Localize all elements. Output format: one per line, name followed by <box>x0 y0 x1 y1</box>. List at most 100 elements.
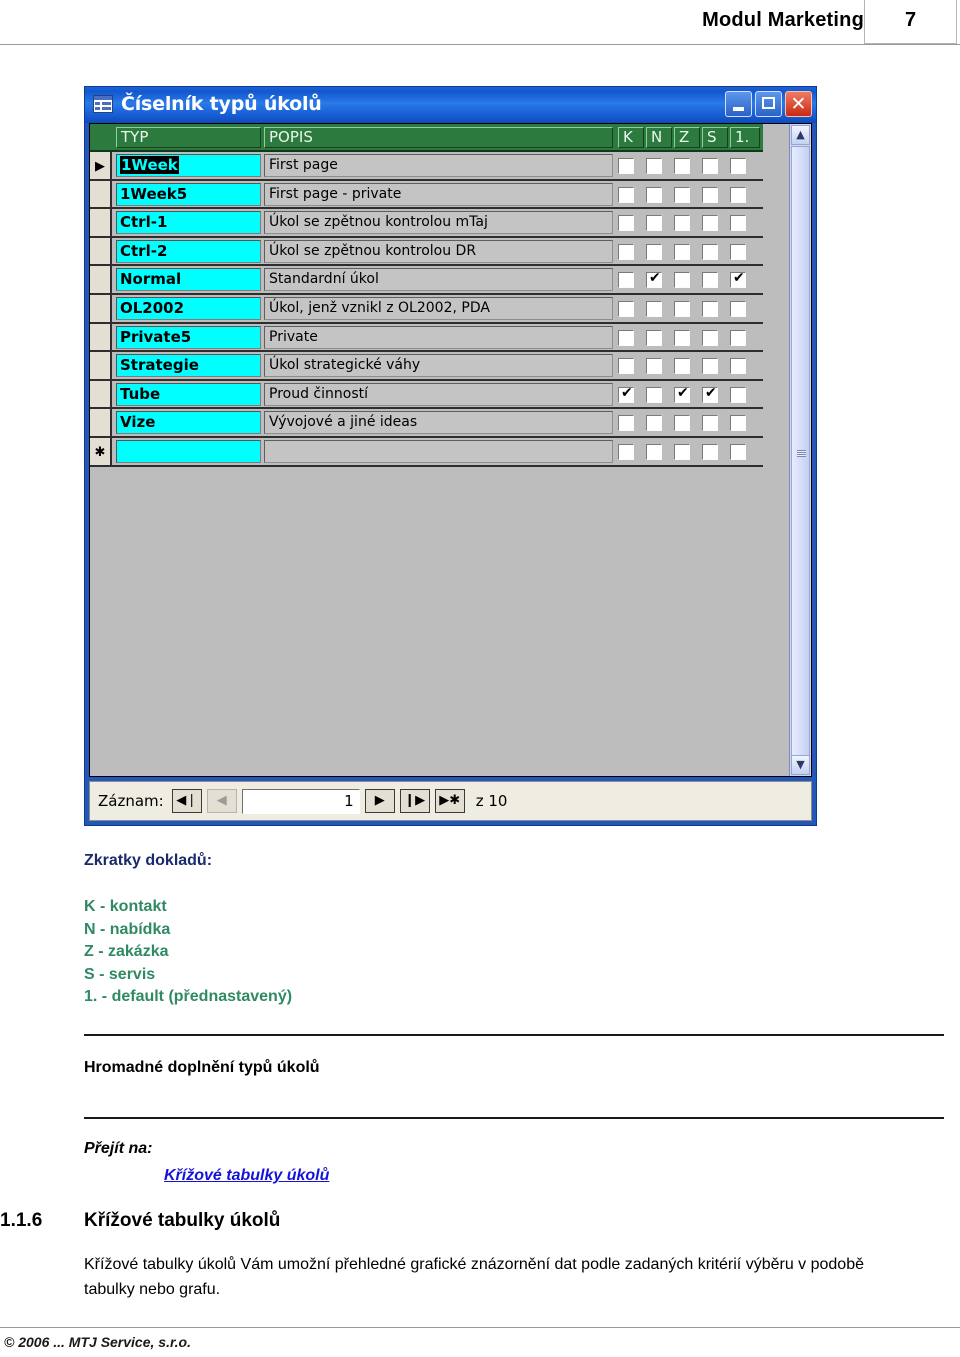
checkbox-s[interactable] <box>702 415 718 432</box>
checkbox-z[interactable] <box>674 300 690 317</box>
checkbox-s[interactable] <box>702 358 718 375</box>
table-row[interactable]: Strategie Úkol strategické váhy <box>90 352 763 381</box>
column-header-k[interactable]: K <box>618 127 644 148</box>
checkbox-k[interactable]: ✔ <box>618 385 634 403</box>
last-record-button[interactable]: ❙▶ <box>399 789 430 813</box>
first-record-button[interactable]: ◀❘ <box>171 789 202 813</box>
row-selector[interactable] <box>90 266 112 293</box>
table-row[interactable]: Tube Proud činností ✔ ✔ ✔ <box>90 380 763 410</box>
cell-popis[interactable]: Úkol strategické váhy <box>264 354 613 378</box>
cell-popis[interactable]: First page <box>264 154 613 177</box>
checkbox-n[interactable] <box>646 443 662 460</box>
table-row[interactable]: OL2002 Úkol, jenž vznikl z OL2002, PDA <box>90 294 763 324</box>
cell-typ[interactable]: Vize <box>116 411 261 435</box>
row-selector[interactable] <box>90 380 112 408</box>
checkbox-k[interactable] <box>618 443 634 460</box>
checkbox-n[interactable] <box>646 415 662 432</box>
cell-popis[interactable]: Úkol, jenž vznikl z OL2002, PDA <box>264 296 613 320</box>
checkbox-one[interactable] <box>730 443 746 460</box>
checkbox-s[interactable] <box>702 215 718 232</box>
checkbox-n[interactable] <box>646 215 662 232</box>
cell-popis[interactable]: Úkol se zpětnou kontrolou DR <box>264 239 613 263</box>
cell-popis[interactable]: Úkol se zpětnou kontrolou mTaj <box>264 211 613 235</box>
checkbox-k[interactable] <box>618 243 634 260</box>
checkbox-n[interactable] <box>646 186 662 203</box>
checkbox-z[interactable] <box>674 443 690 460</box>
checkbox-s[interactable] <box>702 186 718 203</box>
row-selector[interactable] <box>90 237 112 265</box>
checkbox-z[interactable] <box>674 272 690 289</box>
checkbox-z[interactable] <box>674 215 690 232</box>
row-selector[interactable]: ✱ <box>90 437 112 465</box>
checkbox-n[interactable]: ✔ <box>646 270 662 289</box>
checkbox-z[interactable] <box>674 158 690 174</box>
cell-typ[interactable]: Normal <box>116 268 261 292</box>
row-selector[interactable] <box>90 352 112 379</box>
checkbox-s[interactable] <box>702 329 718 346</box>
checkbox-z[interactable] <box>674 415 690 432</box>
cell-popis[interactable] <box>264 439 613 463</box>
checkbox-k[interactable] <box>618 358 634 375</box>
checkbox-one[interactable] <box>730 158 746 174</box>
minimize-button[interactable] <box>725 91 752 117</box>
checkbox-k[interactable] <box>618 329 634 346</box>
cell-typ[interactable]: 1Week <box>116 154 261 177</box>
cell-typ[interactable]: Ctrl-2 <box>116 239 261 263</box>
checkbox-k[interactable] <box>618 158 634 174</box>
table-row[interactable]: ✱ <box>90 437 763 467</box>
table-row[interactable]: Ctrl-2 Úkol se zpětnou kontrolou DR <box>90 237 763 267</box>
checkbox-k[interactable] <box>618 215 634 232</box>
column-header-s[interactable]: S <box>702 127 728 148</box>
cell-popis[interactable]: First page - private <box>264 182 613 206</box>
checkbox-k[interactable] <box>618 272 634 289</box>
scroll-down-button[interactable]: ▼ <box>791 755 810 775</box>
cell-typ[interactable]: OL2002 <box>116 296 261 320</box>
cell-popis[interactable]: Standardní úkol <box>264 268 613 292</box>
record-number-input[interactable]: 1 <box>241 788 360 814</box>
cell-popis[interactable]: Private <box>264 325 613 349</box>
checkbox-z[interactable]: ✔ <box>674 385 690 403</box>
maximize-button[interactable] <box>755 91 782 117</box>
checkbox-s[interactable] <box>702 300 718 317</box>
scrollbar-thumb[interactable] <box>791 146 810 756</box>
next-record-button[interactable]: ▶ <box>364 789 395 813</box>
column-header-n[interactable]: N <box>646 127 672 148</box>
row-selector[interactable] <box>90 180 112 208</box>
previous-record-button[interactable]: ◀ <box>206 789 237 813</box>
checkbox-one[interactable] <box>730 386 746 403</box>
checkbox-n[interactable] <box>646 243 662 260</box>
cell-popis[interactable]: Vývojové a jiné ideas <box>264 411 613 435</box>
vertical-scrollbar[interactable]: ▲ ▼ <box>789 124 811 776</box>
checkbox-one[interactable] <box>730 243 746 260</box>
checkbox-n[interactable] <box>646 358 662 375</box>
column-header-typ[interactable]: TYP <box>116 127 261 148</box>
new-record-button[interactable]: ▶✱ <box>434 789 465 813</box>
checkbox-k[interactable] <box>618 300 634 317</box>
row-selector[interactable] <box>90 294 112 322</box>
cell-typ[interactable]: Tube <box>116 382 261 406</box>
checkbox-s[interactable] <box>702 158 718 174</box>
goto-link[interactable]: Křížové tabulky úkolů <box>164 1167 329 1185</box>
column-header-popis[interactable]: POPIS <box>264 127 613 148</box>
table-row[interactable]: Vize Vývojové a jiné ideas <box>90 409 763 438</box>
cell-typ[interactable]: Private5 <box>116 325 261 349</box>
cell-typ[interactable]: 1Week5 <box>116 182 261 206</box>
checkbox-n[interactable] <box>646 300 662 317</box>
checkbox-z[interactable] <box>674 329 690 346</box>
checkbox-n[interactable] <box>646 158 662 174</box>
row-selector[interactable] <box>90 209 112 236</box>
checkbox-n[interactable] <box>646 386 662 403</box>
cell-typ[interactable]: Strategie <box>116 354 261 378</box>
column-header-z[interactable]: Z <box>674 127 700 148</box>
checkbox-z[interactable] <box>674 186 690 203</box>
scroll-up-button[interactable]: ▲ <box>791 125 810 145</box>
row-selector[interactable]: ▶ <box>90 152 112 179</box>
checkbox-k[interactable] <box>618 415 634 432</box>
cell-popis[interactable]: Proud činností <box>264 382 613 406</box>
checkbox-one[interactable] <box>730 186 746 203</box>
cell-typ[interactable] <box>116 439 261 463</box>
table-row[interactable]: Ctrl-1 Úkol se zpětnou kontrolou mTaj <box>90 209 763 238</box>
checkbox-s[interactable] <box>702 272 718 289</box>
checkbox-z[interactable] <box>674 358 690 375</box>
checkbox-one[interactable] <box>730 358 746 375</box>
